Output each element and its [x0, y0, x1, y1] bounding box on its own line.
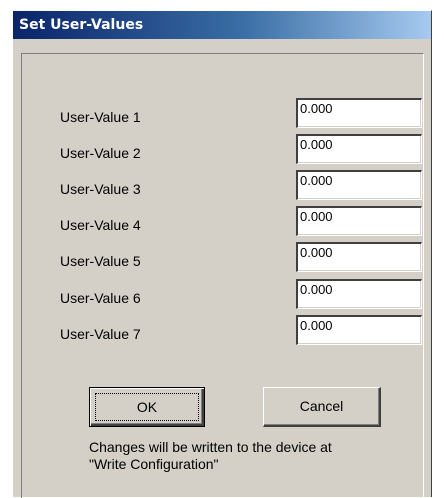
user-values-panel: User-Value 1 0.000 User-Value 2 0.000 Us…	[21, 53, 424, 498]
user-value-1-input[interactable]: 0.000	[296, 98, 422, 128]
user-value-1-label: User-Value 1	[60, 109, 141, 125]
user-value-3-label: User-Value 3	[60, 181, 141, 197]
user-value-5-input[interactable]: 0.000	[296, 242, 422, 272]
user-value-4-input[interactable]: 0.000	[296, 206, 422, 236]
user-value-2-label: User-Value 2	[60, 145, 141, 161]
ok-button[interactable]: OK	[89, 387, 205, 427]
user-value-6-label: User-Value 6	[60, 290, 141, 306]
user-value-4-label: User-Value 4	[60, 217, 141, 233]
write-configuration-note: Changes will be written to the device at…	[89, 439, 389, 473]
note-line-1: Changes will be written to the device at	[89, 439, 332, 455]
note-line-2: "Write Configuration"	[89, 456, 219, 472]
dialog-title: Set User-Values	[19, 17, 144, 33]
user-value-2-input[interactable]: 0.000	[296, 134, 422, 164]
ok-button-label: OK	[95, 393, 199, 421]
user-value-3-input[interactable]: 0.000	[296, 170, 422, 200]
set-user-values-dialog: Set User-Values User-Value 1 0.000 User-…	[12, 10, 432, 498]
user-value-5-label: User-Value 5	[60, 253, 141, 269]
cancel-button[interactable]: Cancel	[263, 387, 381, 427]
user-value-7-input[interactable]: 0.000	[296, 315, 422, 345]
user-value-6-input[interactable]: 0.000	[296, 279, 422, 309]
user-value-7-label: User-Value 7	[60, 326, 141, 342]
dialog-title-bar: Set User-Values	[13, 11, 431, 39]
